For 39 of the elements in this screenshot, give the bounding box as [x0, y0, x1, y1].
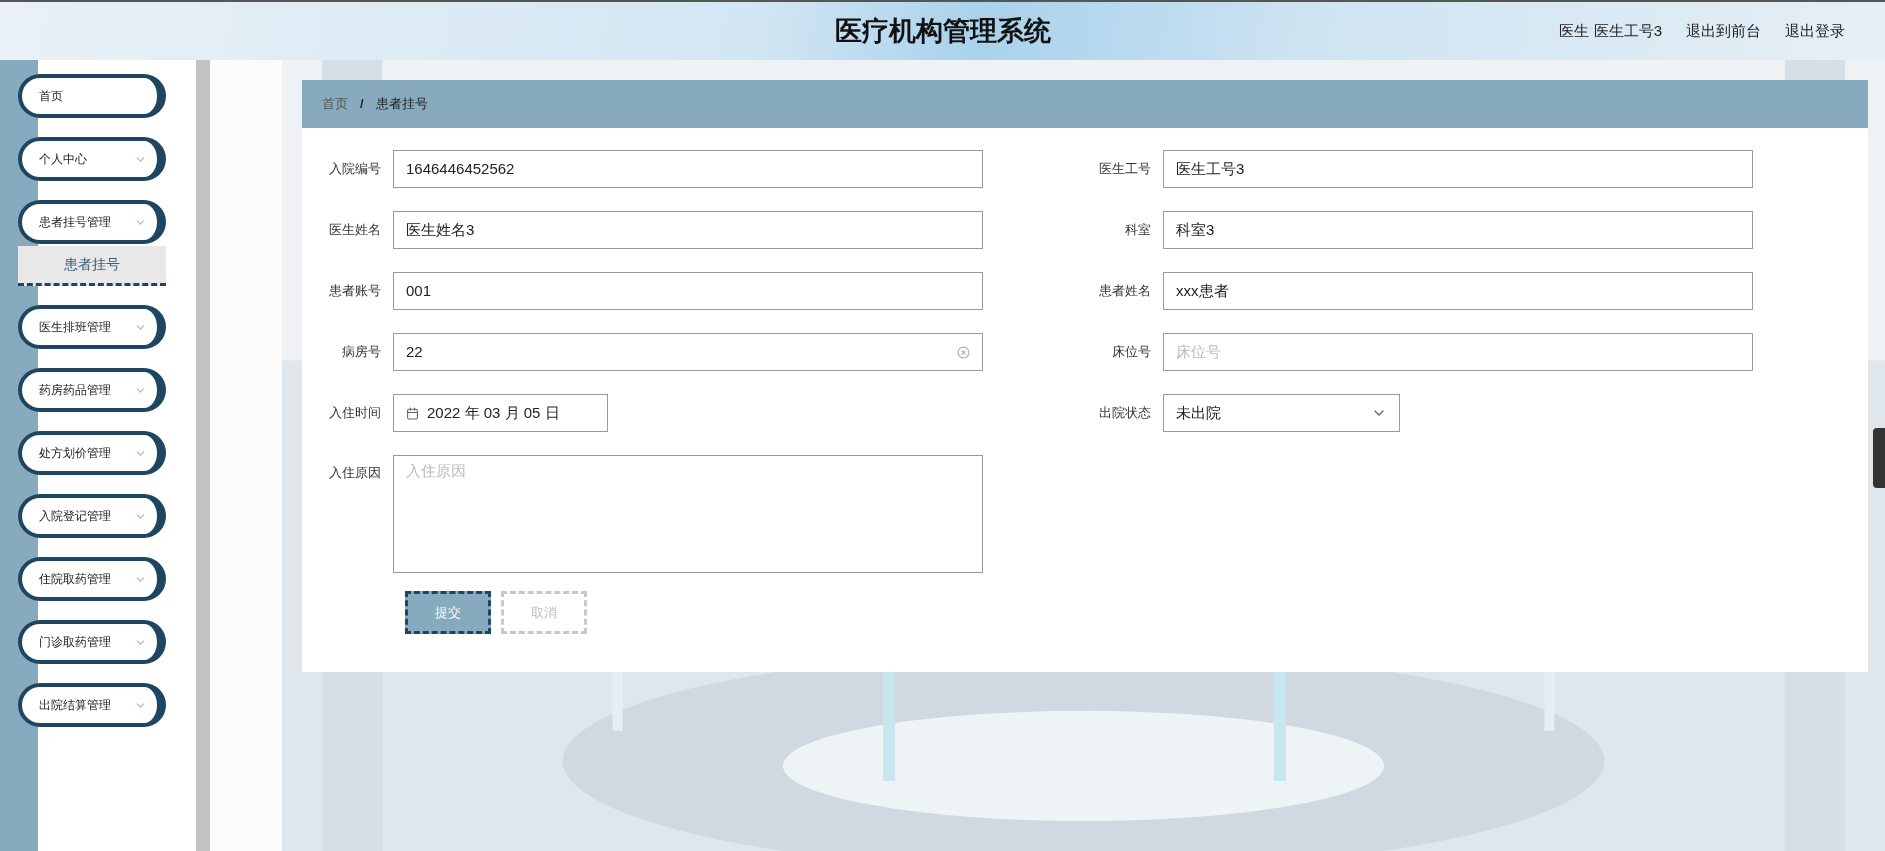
- calendar-icon: [406, 406, 419, 420]
- menu-item[interactable]: 患者挂号管理: [18, 200, 166, 244]
- menu-item[interactable]: 住院取药管理: [18, 557, 166, 601]
- text-field[interactable]: 医生工号3: [1163, 150, 1753, 188]
- field-label: 患者账号: [328, 282, 381, 301]
- select-field[interactable]: 未出院: [1163, 394, 1400, 432]
- menu-item[interactable]: 门诊取药管理: [18, 620, 166, 664]
- breadcrumb-link[interactable]: 患者挂号: [375, 94, 428, 114]
- text-field[interactable]: xxx患者: [1163, 272, 1753, 310]
- header-link[interactable]: 退出到前台: [1686, 19, 1761, 43]
- field-label: 出院状态: [1098, 404, 1151, 423]
- clear-icon[interactable]: [957, 345, 970, 359]
- menu-item[interactable]: 处方划价管理: [18, 431, 166, 475]
- menu-item[interactable]: 医生排班管理: [18, 305, 166, 349]
- menu-item[interactable]: 入院登记管理: [18, 494, 166, 538]
- breadcrumb-separator: /: [360, 95, 364, 114]
- header-link[interactable]: 退出登录: [1785, 19, 1845, 43]
- submenu-item[interactable]: 患者挂号: [18, 246, 166, 286]
- menu-item[interactable]: 出院结算管理: [18, 683, 166, 727]
- date-field[interactable]: 2022 年 03 月 05 日: [393, 394, 608, 432]
- field-label: 患者姓名: [1098, 282, 1151, 301]
- text-field[interactable]: 科室3: [1163, 211, 1753, 249]
- field-label: 入住时间: [328, 404, 381, 423]
- text-field[interactable]: 001: [393, 272, 983, 310]
- text-field[interactable]: 医生姓名3: [393, 211, 983, 249]
- menu-item[interactable]: 个人中心: [18, 137, 166, 181]
- app-title: 医疗机构管理系统: [834, 14, 1051, 48]
- text-field[interactable]: 1646446452562: [393, 150, 983, 188]
- text-field[interactable]: 22: [393, 333, 983, 371]
- field-label: 医生姓名: [328, 221, 381, 240]
- menu-item[interactable]: 药房药品管理: [18, 368, 166, 412]
- field-label: 医生工号: [1098, 160, 1151, 179]
- field-label: 病房号: [341, 343, 381, 362]
- menu-item[interactable]: 首页: [18, 74, 166, 118]
- user-label: 医生 医生工号3: [1559, 20, 1662, 41]
- field-label: 科室: [1124, 221, 1151, 240]
- field-label: 入院编号: [328, 160, 381, 179]
- field-label: 床位号: [1111, 343, 1151, 362]
- field-label: 入住原因: [328, 464, 381, 482]
